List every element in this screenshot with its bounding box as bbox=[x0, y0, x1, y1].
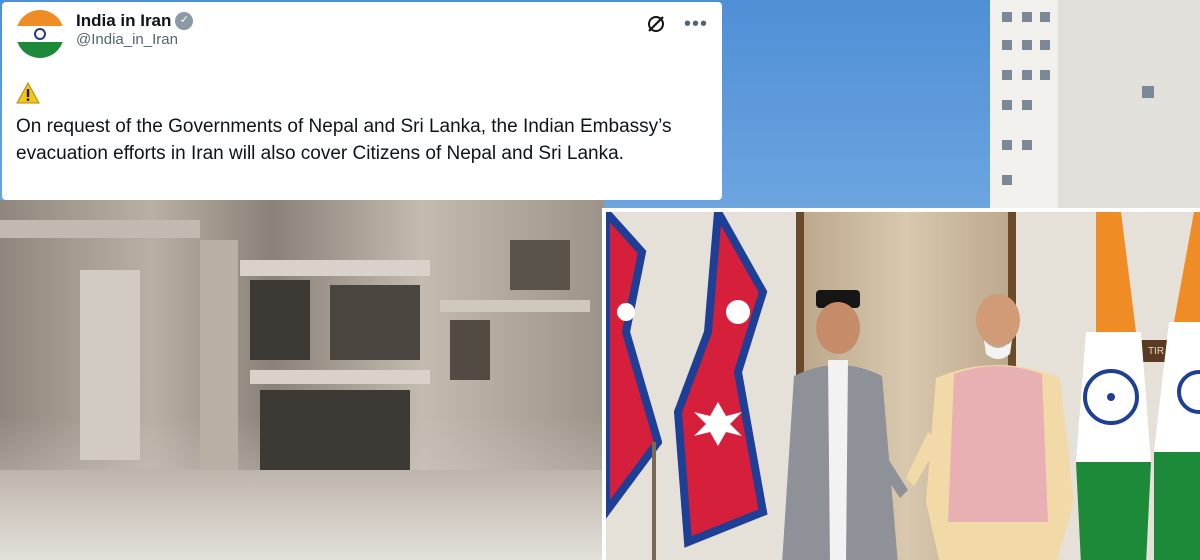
more-options-icon[interactable]: ••• bbox=[684, 14, 708, 34]
india-flag-right bbox=[1154, 212, 1200, 560]
nepal-flag-right bbox=[673, 212, 768, 548]
tweet-header: India in Iran ✓ @India_in_Iran ••• bbox=[16, 10, 708, 70]
person-left-grey-suit bbox=[782, 290, 908, 560]
ashoka-chakra-icon bbox=[34, 28, 46, 40]
building-right-tower bbox=[1058, 0, 1200, 210]
nepal-flag-left bbox=[606, 212, 662, 560]
grok-icon[interactable] bbox=[646, 14, 666, 34]
account-handle[interactable]: @India_in_Iran bbox=[76, 31, 193, 50]
warning-icon bbox=[16, 81, 40, 104]
person-right-pink-vest bbox=[906, 294, 1074, 560]
verified-badge-icon: ✓ bbox=[175, 11, 194, 30]
tweet-card[interactable]: India in Iran ✓ @India_in_Iran ••• On re… bbox=[2, 2, 722, 200]
building-left-tower bbox=[990, 0, 1060, 210]
avatar[interactable] bbox=[16, 10, 64, 58]
tweet-text: On request of the Governments of Nepal a… bbox=[16, 116, 672, 164]
account-display-name[interactable]: India in Iran bbox=[76, 10, 171, 31]
leaders-meeting-photo: TIR bbox=[602, 208, 1200, 560]
destroyed-buildings-image bbox=[0, 200, 604, 560]
